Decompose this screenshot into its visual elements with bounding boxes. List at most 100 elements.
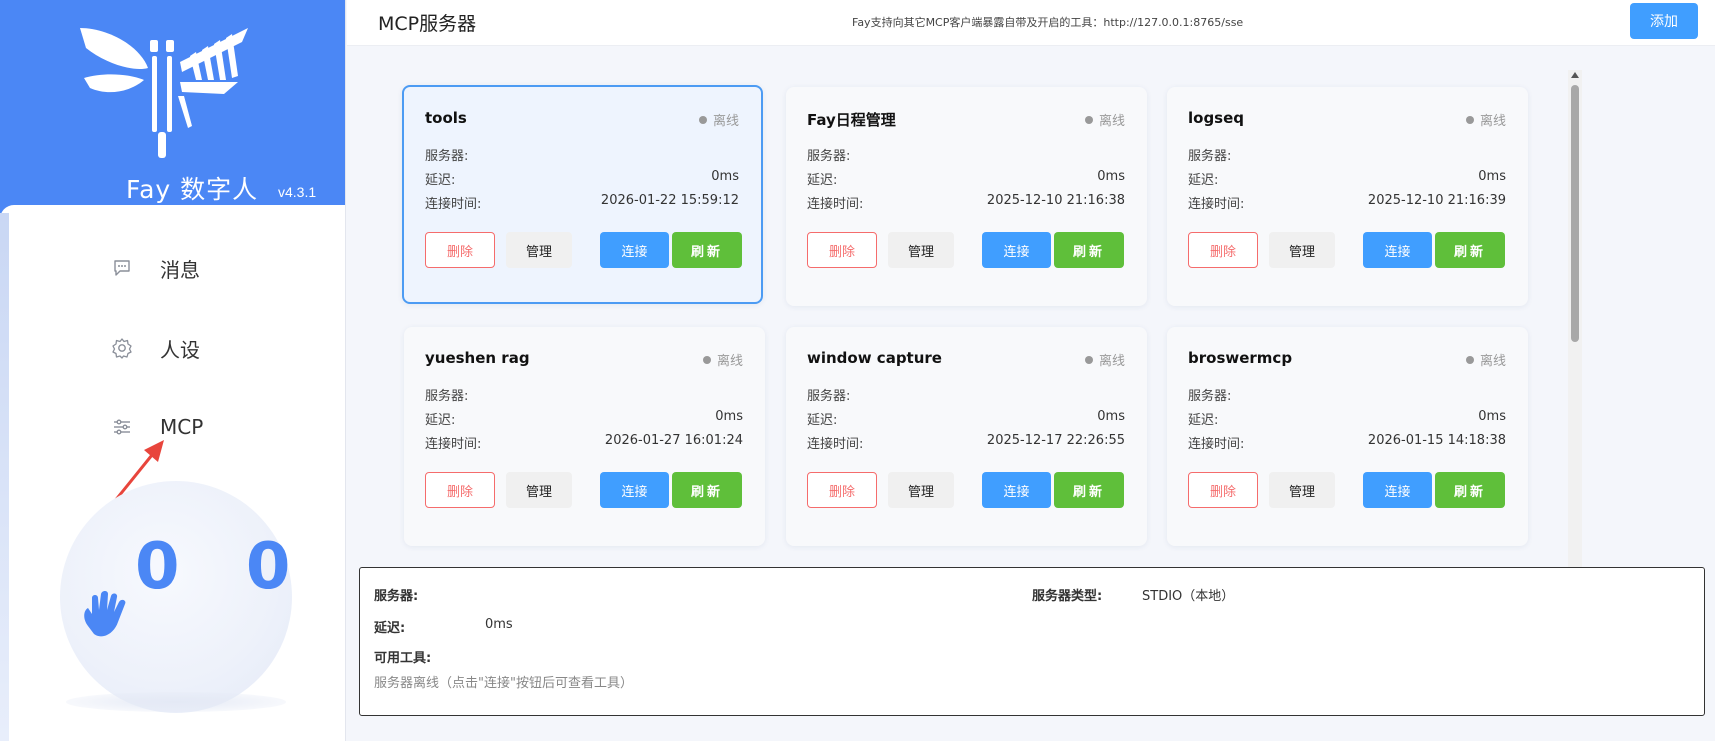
sidebar: Fay 数字人 v4.3.1 消息 人设 MCP 0 0 bbox=[0, 0, 346, 741]
status-badge: 离线 bbox=[1084, 110, 1125, 129]
delete-button[interactable]: 删除 bbox=[1188, 472, 1258, 508]
card-server-label: 服务器: bbox=[425, 389, 469, 404]
nav-item-messages[interactable]: 消息 bbox=[110, 248, 310, 288]
delete-button[interactable]: 删除 bbox=[425, 472, 495, 508]
delete-button[interactable]: 删除 bbox=[425, 232, 495, 268]
refresh-button[interactable]: 刷新 bbox=[1435, 472, 1505, 508]
card-title: tools bbox=[425, 109, 467, 127]
status-text: 离线 bbox=[1479, 114, 1506, 129]
avatar-shadow bbox=[66, 692, 286, 712]
detail-tools-message: 服务器离线（点击"连接"按钮后可查看工具） bbox=[374, 676, 633, 691]
card-latency-value: 0ms bbox=[711, 169, 739, 184]
card-server-row: 服务器: bbox=[425, 145, 739, 164]
card-server-label: 服务器: bbox=[807, 389, 851, 404]
card-server-row: 服务器: bbox=[425, 385, 743, 404]
status-dot-icon bbox=[1465, 115, 1474, 124]
card-time-value: 2026-01-27 16:01:24 bbox=[604, 433, 743, 448]
manage-button[interactable]: 管理 bbox=[888, 472, 954, 508]
card-latency-label: 延迟: bbox=[807, 413, 838, 428]
card-time-row: 连接时间: 2026-01-22 15:59:12 bbox=[425, 193, 739, 212]
status-badge: 离线 bbox=[1084, 350, 1125, 369]
server-card[interactable]: logseq 离线服务器: 延迟: 0ms 连接时间: 2025-12-10 21:16:… bbox=[1167, 87, 1528, 306]
card-time-label: 连接时间: bbox=[425, 197, 482, 212]
scroll-thumb[interactable] bbox=[1571, 85, 1579, 342]
status-text: 离线 bbox=[1479, 354, 1506, 369]
detail-type-value: STDIO（本地） bbox=[1142, 589, 1235, 604]
card-latency-value: 0ms bbox=[1478, 409, 1506, 424]
status-text: 离线 bbox=[1098, 354, 1125, 369]
brand-name: Fay 数字人 bbox=[126, 175, 259, 204]
connect-button[interactable]: 连接 bbox=[982, 232, 1051, 268]
status-badge: 离线 bbox=[702, 350, 743, 369]
delete-button[interactable]: 删除 bbox=[1188, 232, 1258, 268]
status-dot-icon bbox=[1084, 115, 1093, 124]
connect-button[interactable]: 连接 bbox=[1363, 472, 1432, 508]
status-dot-icon bbox=[1084, 355, 1093, 364]
refresh-button[interactable]: 刷新 bbox=[672, 232, 742, 268]
card-time-row: 连接时间: 2025-12-10 21:16:38 bbox=[807, 193, 1125, 212]
card-latency-value: 0ms bbox=[1478, 169, 1506, 184]
card-title: Fay日程管理 bbox=[807, 111, 896, 129]
dragonfly-logo-icon bbox=[80, 28, 248, 158]
status-badge: 离线 bbox=[1465, 110, 1506, 129]
sidebar-divider bbox=[0, 205, 345, 221]
card-time-label: 连接时间: bbox=[1188, 437, 1245, 452]
manage-button[interactable]: 管理 bbox=[888, 232, 954, 268]
card-time-label: 连接时间: bbox=[807, 197, 864, 212]
status-text: 离线 bbox=[1098, 114, 1125, 129]
manage-button[interactable]: 管理 bbox=[1269, 472, 1335, 508]
card-server-label: 服务器: bbox=[1188, 149, 1232, 164]
card-title: logseq bbox=[1188, 109, 1245, 127]
detail-latency-label: 延迟: bbox=[374, 621, 406, 636]
status-text: 离线 bbox=[712, 114, 739, 129]
manage-button[interactable]: 管理 bbox=[506, 472, 572, 508]
delete-button[interactable]: 删除 bbox=[807, 232, 877, 268]
detail-tools-label: 可用工具: bbox=[374, 651, 432, 666]
card-time-label: 连接时间: bbox=[807, 437, 864, 452]
card-latency-label: 延迟: bbox=[1188, 413, 1219, 428]
server-card-grid: tools 离线 服务器: 延迟: 0ms 连接时间: 2026-01-22 15:59:1… bbox=[402, 85, 1534, 557]
message-icon bbox=[110, 256, 134, 280]
refresh-button[interactable]: 刷新 bbox=[1054, 472, 1124, 508]
refresh-button[interactable]: 刷新 bbox=[1435, 232, 1505, 268]
server-card[interactable]: window capture 离线 服务器: 延迟: 0ms 连接时间: 2025-12-1… bbox=[786, 327, 1147, 546]
server-card[interactable]: broswermcp 离线 服务器: 延迟: 0ms 连接时间: 2026-01-15 14… bbox=[1167, 327, 1528, 546]
gear-icon bbox=[110, 336, 134, 360]
waving-hand-icon bbox=[84, 591, 126, 637]
card-latency-row: 延迟: 0ms bbox=[807, 169, 1125, 188]
card-time-value: 2025-12-17 22:26:55 bbox=[986, 433, 1125, 448]
card-latency-value: 0ms bbox=[1097, 409, 1125, 424]
scroll-up-arrow-icon[interactable] bbox=[1571, 72, 1579, 78]
connect-button[interactable]: 连接 bbox=[600, 232, 669, 268]
card-latency-value: 0ms bbox=[715, 409, 743, 424]
card-time-label: 连接时间: bbox=[1188, 197, 1245, 212]
connect-button[interactable]: 连接 bbox=[600, 472, 669, 508]
card-title: yueshen rag bbox=[425, 349, 530, 367]
card-time-value: 2025-12-10 21:16:38 bbox=[986, 193, 1125, 208]
detail-server-label: 服务器: bbox=[374, 589, 419, 604]
page-header: MCP服务器 Fay支持向其它MCP客户端暴露自带及开启的工具：http://1… bbox=[347, 0, 1715, 46]
card-latency-row: 延迟: 0ms bbox=[1188, 169, 1506, 188]
manage-button[interactable]: 管理 bbox=[1269, 232, 1335, 268]
add-server-button[interactable]: 添加 bbox=[1630, 3, 1698, 39]
server-card[interactable]: tools 离线 服务器: 延迟: 0ms 连接时间: 2026-01-22 15:59:1… bbox=[402, 85, 763, 304]
status-badge: 离线 bbox=[1465, 350, 1506, 369]
connect-button[interactable]: 连接 bbox=[1363, 232, 1432, 268]
status-dot-icon bbox=[1465, 355, 1474, 364]
connect-button[interactable]: 连接 bbox=[982, 472, 1051, 508]
server-card[interactable]: Fay日程管理 离线 服务器: 延迟: 0ms 连接时间: 2025-12-10 21:16… bbox=[786, 87, 1147, 306]
manage-button[interactable]: 管理 bbox=[506, 232, 572, 268]
card-latency-row: 延迟: 0ms bbox=[807, 409, 1125, 428]
card-time-value: 2025-12-10 21:16:39 bbox=[1367, 193, 1506, 208]
nav-item-persona[interactable]: 人设 bbox=[110, 328, 310, 368]
card-latency-label: 延迟: bbox=[1188, 173, 1219, 188]
refresh-button[interactable]: 刷新 bbox=[1054, 232, 1124, 268]
server-card[interactable]: yueshen rag 离线 服务器: 延迟: 0ms 连接时间: 2026-01-27 1… bbox=[404, 327, 765, 546]
card-server-row: 服务器: bbox=[807, 385, 1125, 404]
card-server-row: 服务器: bbox=[1188, 145, 1506, 164]
delete-button[interactable]: 删除 bbox=[807, 472, 877, 508]
card-grid-scrollbar[interactable] bbox=[1568, 70, 1582, 568]
card-time-row: 连接时间: 2026-01-15 14:18:38 bbox=[1188, 433, 1506, 452]
card-latency-label: 延迟: bbox=[807, 173, 838, 188]
refresh-button[interactable]: 刷新 bbox=[672, 472, 742, 508]
